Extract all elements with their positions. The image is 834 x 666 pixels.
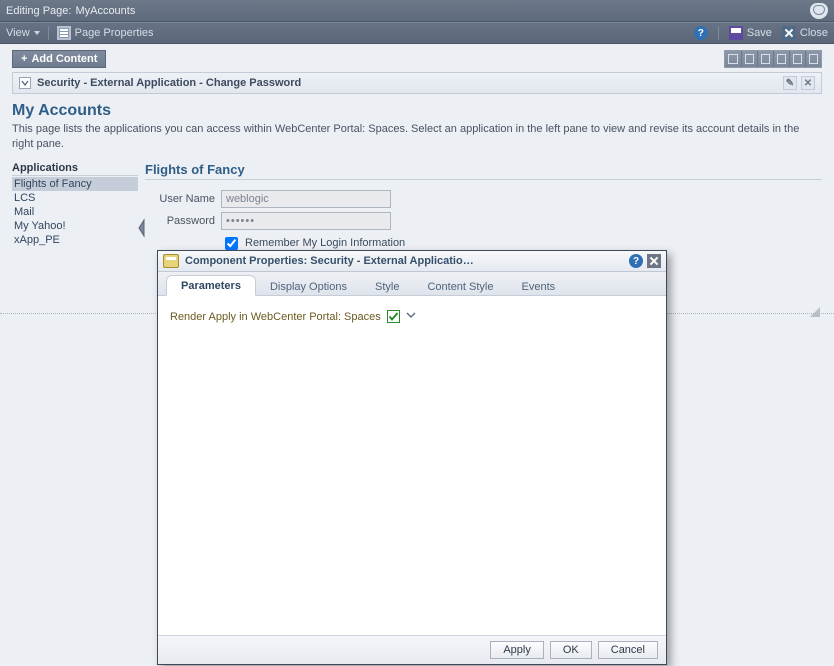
composer-actions-bar: + Add Content <box>12 50 822 68</box>
resize-handle-icon[interactable] <box>806 303 820 317</box>
dialog-icon <box>163 254 179 268</box>
layout-option-5[interactable] <box>789 51 805 67</box>
editor-titlebar: Editing Page: MyAccounts <box>0 0 834 22</box>
view-menu-label: View <box>6 27 30 39</box>
dialog-help-icon[interactable]: ? <box>629 254 643 268</box>
dialog-tab[interactable]: Events <box>508 277 570 296</box>
panel-title: Security - External Application - Change… <box>37 77 301 89</box>
section-title: Flights of Fancy <box>145 162 822 180</box>
ok-button[interactable]: OK <box>550 641 592 659</box>
sidebar-item-app[interactable]: Mail <box>12 205 138 219</box>
page-properties-button[interactable]: Page Properties <box>57 26 154 40</box>
password-field[interactable] <box>221 212 391 230</box>
panel-tool-remove-icon[interactable]: ✕ <box>801 76 815 90</box>
dialog-titlebar: Component Properties: Security - Externa… <box>158 251 666 272</box>
dialog-close-icon[interactable] <box>647 254 661 268</box>
sidebar-item-app[interactable]: My Yahoo! <box>12 219 138 233</box>
add-content-label: Add Content <box>31 53 97 65</box>
sidebar-item-app[interactable]: xApp_PE <box>12 233 138 247</box>
close-label: Close <box>800 27 828 39</box>
collapse-icon[interactable] <box>19 77 31 89</box>
layout-option-1[interactable] <box>725 51 741 67</box>
sidebar-title: Applications <box>12 162 138 176</box>
remember-login-label: Remember My Login Information <box>245 237 405 249</box>
close-button[interactable]: Close <box>782 26 828 40</box>
dialog-footer: Apply OK Cancel <box>158 635 666 664</box>
layout-option-3[interactable] <box>757 51 773 67</box>
titlebar-pagename: MyAccounts <box>75 5 135 17</box>
dialog-title: Component Properties: Security - Externa… <box>185 255 474 267</box>
param-render-apply-checkbox[interactable] <box>387 310 400 323</box>
remember-login-checkbox[interactable] <box>225 237 238 250</box>
close-icon <box>782 26 796 40</box>
application-list: Flights of FancyLCSMailMy Yahoo!xApp_PE <box>12 177 138 247</box>
username-field[interactable] <box>221 190 391 208</box>
dialog-body: Render Apply in WebCenter Portal: Spaces <box>158 296 666 635</box>
sidebar-item-app[interactable]: LCS <box>12 191 138 205</box>
add-content-button[interactable]: + Add Content <box>12 50 106 68</box>
panel-tool-wrench-icon[interactable]: ✎ <box>783 76 797 90</box>
sidebar-item-app[interactable]: Flights of Fancy <box>12 177 138 191</box>
layout-option-6[interactable] <box>805 51 821 67</box>
dialog-tabstrip: ParametersDisplay OptionsStyleContent St… <box>158 272 666 296</box>
editor-toolbar: View Page Properties ? Save Close <box>0 22 834 44</box>
layout-switcher <box>724 50 822 68</box>
titlebar-prefix: Editing Page: <box>6 5 71 17</box>
toolbar-separator <box>48 26 49 40</box>
save-label: Save <box>747 27 772 39</box>
page-properties-label: Page Properties <box>75 27 154 39</box>
cancel-button[interactable]: Cancel <box>598 641 658 659</box>
component-properties-dialog: Component Properties: Security - Externa… <box>157 250 667 665</box>
save-button[interactable]: Save <box>729 26 772 40</box>
username-label: User Name <box>145 193 215 205</box>
toolbar-separator <box>718 26 719 40</box>
page-description: This page lists the applications you can… <box>12 122 822 152</box>
component-panel-header: Security - External Application - Change… <box>12 72 822 94</box>
dialog-tab[interactable]: Content Style <box>413 277 507 296</box>
view-menu[interactable]: View <box>6 27 40 39</box>
param-render-apply-label: Render Apply in WebCenter Portal: Spaces <box>170 311 381 323</box>
layout-option-4[interactable] <box>773 51 789 67</box>
save-icon <box>729 26 743 40</box>
layout-option-2[interactable] <box>741 51 757 67</box>
page-title: My Accounts <box>12 102 822 120</box>
help-icon[interactable]: ? <box>694 26 708 40</box>
param-dropdown-arrow[interactable] <box>406 310 416 323</box>
account-details-pane: Flights of Fancy User Name Password Reme… <box>145 162 822 253</box>
plus-icon: + <box>21 53 27 65</box>
dialog-tab[interactable]: Style <box>361 277 413 296</box>
oracle-logo-icon <box>810 3 828 19</box>
password-label: Password <box>145 215 215 227</box>
apply-button[interactable]: Apply <box>490 641 544 659</box>
applications-sidebar: Applications Flights of FancyLCSMailMy Y… <box>12 162 138 253</box>
properties-icon <box>57 26 71 40</box>
dialog-tab[interactable]: Parameters <box>166 275 256 296</box>
dialog-tab[interactable]: Display Options <box>256 277 361 296</box>
pane-splitter[interactable] <box>138 162 145 253</box>
chevron-down-icon <box>34 31 40 35</box>
